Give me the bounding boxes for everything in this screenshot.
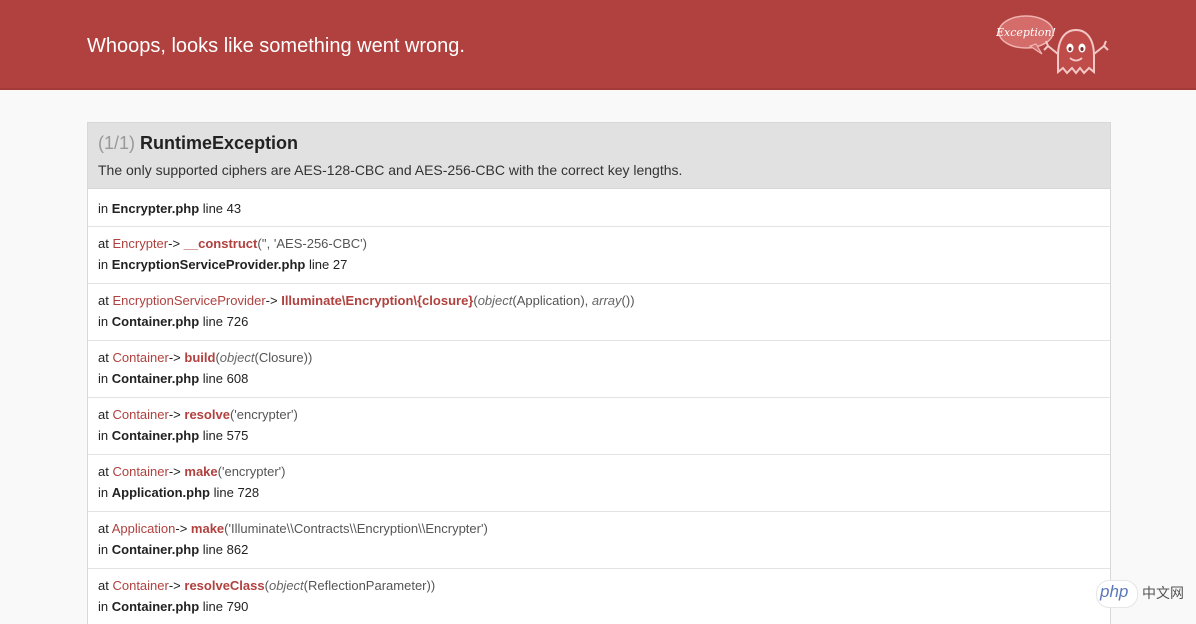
- trace-row: at Container-> build(object(Closure)) in…: [88, 341, 1110, 398]
- trace-class: Container: [112, 578, 169, 593]
- trace-line: line 728: [213, 485, 260, 500]
- error-header: Whoops, looks like something went wrong.…: [0, 0, 1196, 90]
- logo-speech-text: Exception!: [996, 26, 1056, 39]
- trace-row: at Application-> make('Illuminate\\Contr…: [88, 512, 1110, 569]
- trace-line: line 790: [202, 599, 249, 614]
- exception-title: (1/1) RuntimeException: [98, 132, 1100, 154]
- trace-file: EncryptionServiceProvider.php: [111, 257, 306, 272]
- trace-row: at Encrypter-> __construct('', 'AES-256-…: [88, 227, 1110, 284]
- trace-function: resolve: [184, 407, 230, 422]
- trace-args: 'encrypter': [221, 464, 282, 479]
- trace-origin: in Encrypter.php line 43: [88, 189, 1110, 227]
- trace-line: line 862: [202, 542, 249, 557]
- trace-class: EncryptionServiceProvider: [112, 293, 266, 308]
- trace-class: Container: [112, 350, 169, 365]
- exception-count: (1/1): [98, 133, 136, 153]
- exception-class: RuntimeException: [140, 133, 299, 153]
- trace-file: Container.php: [111, 428, 200, 443]
- exception-ghost-logo-icon: Exception!: [996, 15, 1109, 75]
- trace-class: Container: [112, 407, 169, 422]
- trace-args: 'encrypter': [234, 407, 294, 422]
- trace-function: __construct: [183, 236, 258, 251]
- trace-class: Application: [111, 521, 176, 536]
- trace-args: '', 'AES-256-CBC': [261, 236, 363, 251]
- trace-class: Container: [112, 464, 169, 479]
- exception-panel: (1/1) RuntimeException The only supporte…: [87, 122, 1111, 624]
- trace-line: line 27: [309, 257, 348, 272]
- trace-file: Container.php: [111, 371, 200, 386]
- exception-summary: (1/1) RuntimeException The only supporte…: [88, 123, 1110, 189]
- trace-file: Container.php: [111, 599, 200, 614]
- trace-class: Encrypter: [112, 236, 169, 251]
- trace-file: Application.php: [111, 485, 210, 500]
- watermark-site: 中文网: [1142, 585, 1184, 601]
- site-watermark: php 中文网: [1092, 578, 1192, 608]
- trace-row: at EncryptionServiceProvider-> Illuminat…: [88, 284, 1110, 341]
- watermark-brand: php: [1100, 582, 1129, 601]
- page-title: Whoops, looks like something went wrong.: [87, 35, 465, 57]
- trace-line: line 575: [202, 428, 249, 443]
- trace-line: line 726: [202, 314, 249, 329]
- trace-function: resolveClass: [184, 578, 265, 593]
- trace-line: line 608: [202, 371, 249, 386]
- trace-line: line 43: [202, 201, 242, 216]
- trace-function: make: [184, 464, 218, 479]
- trace-function: Illuminate\Encryption\{closure}: [281, 293, 474, 308]
- trace-row: at Container-> resolve('encrypter') in C…: [88, 398, 1110, 455]
- trace-row: at Container-> resolveClass(object(Refle…: [88, 569, 1110, 624]
- trace-file: Encrypter.php: [111, 201, 200, 216]
- trace-args: 'Illuminate\\Contracts\\Encryption\\Encr…: [228, 521, 484, 536]
- trace-file: Container.php: [111, 314, 200, 329]
- exception-message: The only supported ciphers are AES-128-C…: [98, 162, 683, 178]
- trace-row: at Container-> make('encrypter') in Appl…: [88, 455, 1110, 512]
- trace-function: make: [190, 521, 225, 536]
- trace-file: Container.php: [111, 542, 200, 557]
- trace-function: build: [184, 350, 216, 365]
